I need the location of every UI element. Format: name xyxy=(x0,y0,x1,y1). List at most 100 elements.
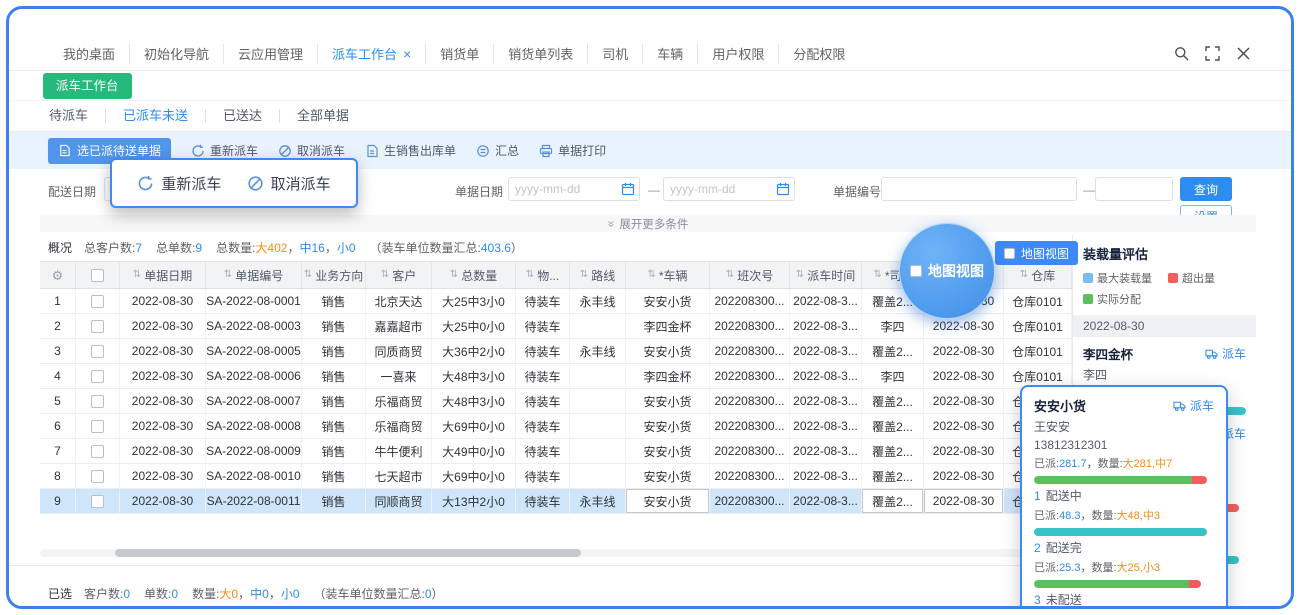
toolbar-item-4[interactable]: 单据打印 xyxy=(539,142,606,159)
map-view-callout[interactable]: 地图视图 xyxy=(899,223,995,319)
table-row[interactable]: 9 2022-08-30 SA-2022-08-0011 销售 同顺商贸 大13中2小0 待… xyxy=(40,489,1072,514)
sort-icon[interactable]: ⇅ xyxy=(304,270,312,280)
doc-no-range-separator: — xyxy=(1083,183,1095,197)
main-tab-8[interactable]: 用户权限 xyxy=(697,43,778,64)
main-tab-9[interactable]: 分配权限 xyxy=(778,43,859,64)
sort-icon[interactable]: ⇅ xyxy=(796,270,804,280)
dispatch-link[interactable]: 派车 xyxy=(1173,397,1214,414)
sort-icon[interactable]: ⇅ xyxy=(647,270,655,280)
column-header-0[interactable]: ⚙ xyxy=(40,262,76,288)
main-tab-2[interactable]: 云应用管理 xyxy=(223,43,317,64)
doc-no-from-input[interactable] xyxy=(881,177,1077,201)
row-check-cell[interactable] xyxy=(76,289,120,313)
row-checkbox[interactable] xyxy=(91,444,104,458)
row-checkbox[interactable] xyxy=(91,319,104,333)
row-checkbox[interactable] xyxy=(91,494,104,508)
row-check-cell[interactable] xyxy=(76,489,120,513)
main-tab-4[interactable]: 销货单 xyxy=(425,43,493,64)
callout-item-1[interactable]: 取消派车 xyxy=(247,173,331,194)
subtab-2[interactable]: 已送达 xyxy=(205,109,279,123)
row-checkbox[interactable] xyxy=(91,419,104,433)
footer-label: 已选 xyxy=(48,587,73,601)
delivery-date-label: 配送日期 xyxy=(48,185,97,199)
close-icon[interactable] xyxy=(1236,46,1251,61)
dispatch-link[interactable]: 派车 xyxy=(1205,345,1246,362)
sort-icon[interactable]: ⇅ xyxy=(224,270,232,280)
main-tab-0[interactable]: 我的桌面 xyxy=(49,44,129,64)
select-all-checkbox[interactable] xyxy=(91,268,104,282)
table-row[interactable]: 8 2022-08-30 SA-2022-08-0010 销售 七天超市 大69中0小0 待… xyxy=(40,464,1072,489)
horizontal-scrollbar[interactable] xyxy=(40,549,1072,557)
row-checkbox[interactable] xyxy=(91,469,104,483)
fullscreen-icon[interactable] xyxy=(1205,46,1220,61)
calendar-icon[interactable] xyxy=(621,182,635,196)
toolbar-item-1[interactable]: 取消派车 xyxy=(278,142,345,159)
table-row[interactable]: 3 2022-08-30 SA-2022-08-0005 销售 同质商贸 大36中2小0 待… xyxy=(40,339,1072,364)
row-checkbox[interactable] xyxy=(91,344,104,358)
row-check-cell[interactable] xyxy=(76,414,120,438)
column-header-1[interactable] xyxy=(76,262,120,288)
table-row[interactable]: 2 2022-08-30 SA-2022-08-0003 销售 嘉嘉超市 大25中0小0 待… xyxy=(40,314,1072,339)
sort-icon[interactable]: ⇅ xyxy=(580,270,588,280)
search-icon[interactable] xyxy=(1174,46,1189,61)
row-check-cell[interactable] xyxy=(76,439,120,463)
sort-icon[interactable]: ⇅ xyxy=(381,270,389,280)
table-row[interactable]: 6 2022-08-30 SA-2022-08-0008 销售 乐福商贸 大69中0小0 待… xyxy=(40,414,1072,439)
main-tab-1[interactable]: 初始化导航 xyxy=(129,43,223,64)
row-check-cell[interactable] xyxy=(76,389,120,413)
map-view-checkbox[interactable] xyxy=(1004,247,1015,259)
callout-item-0[interactable]: 重新派车 xyxy=(137,173,221,194)
sort-icon[interactable]: ⇅ xyxy=(1020,270,1028,280)
cell: 安安小货 xyxy=(626,289,710,313)
cell: 李四 xyxy=(862,364,924,388)
subtab-0[interactable]: 待派车 xyxy=(49,109,105,123)
subtab-1[interactable]: 已派车未送 xyxy=(105,109,205,123)
status-label: 配送中 xyxy=(1045,489,1082,503)
main-tab-3[interactable]: 派车工作台 × xyxy=(317,43,425,64)
stat-segment: 中0 xyxy=(250,587,269,601)
map-view-button[interactable]: 地图视图 xyxy=(995,241,1079,265)
calendar-icon[interactable] xyxy=(776,182,790,196)
toolbar-item-3[interactable]: 汇总 xyxy=(476,142,519,159)
tab-close-icon[interactable]: × xyxy=(403,47,411,61)
main-tab-5[interactable]: 销货单列表 xyxy=(493,43,587,64)
doc-no-to-input[interactable] xyxy=(1095,177,1173,201)
table-row[interactable]: 7 2022-08-30 SA-2022-08-0009 销售 牛牛便利 大49中0小0 待… xyxy=(40,439,1072,464)
main-tab-7[interactable]: 车辆 xyxy=(642,43,697,64)
sort-icon[interactable]: ⇅ xyxy=(726,270,734,280)
row-check-cell[interactable] xyxy=(76,364,120,388)
cell: 永丰线 xyxy=(570,339,626,363)
legend-swatch xyxy=(1168,273,1178,283)
query-button[interactable]: 查询 xyxy=(1180,177,1232,201)
sort-icon[interactable]: ⇅ xyxy=(133,270,141,280)
row-check-cell[interactable] xyxy=(76,339,120,363)
truck-icon xyxy=(1173,399,1186,412)
row-checkbox[interactable] xyxy=(91,294,104,308)
gear-icon[interactable]: ⚙ xyxy=(52,269,64,282)
cell: 202208300... xyxy=(710,339,790,363)
cell: SA-2022-08-0009 xyxy=(206,439,302,463)
sort-icon[interactable]: ⇅ xyxy=(450,270,458,280)
subtab-3[interactable]: 全部单据 xyxy=(279,109,366,123)
bar-segment xyxy=(1034,580,1189,588)
toolbar-item-0[interactable]: 重新派车 xyxy=(191,142,258,159)
toolbar-item-2[interactable]: 生销售出库单 xyxy=(365,142,456,159)
row-check-cell[interactable] xyxy=(76,314,120,338)
row-checkbox[interactable] xyxy=(91,369,104,383)
sort-icon[interactable]: ⇅ xyxy=(526,270,534,280)
table-row[interactable]: 5 2022-08-30 SA-2022-08-0007 销售 乐福商贸 大48中3小0 待… xyxy=(40,389,1072,414)
scrollbar-thumb[interactable] xyxy=(115,549,581,557)
driver-name: 王安安 xyxy=(1034,420,1071,434)
primary-button-label: 选已派待送单据 xyxy=(77,144,162,158)
main-tab-6[interactable]: 司机 xyxy=(587,43,642,64)
table-row[interactable]: 4 2022-08-30 SA-2022-08-0006 销售 一喜来 大48中3小0 待装… xyxy=(40,364,1072,389)
sort-icon[interactable]: ⇅ xyxy=(873,270,881,280)
cell: 覆盖2... xyxy=(862,439,924,463)
row-check-cell[interactable] xyxy=(76,464,120,488)
vehicle-detail-card: 安安小货 派车 王安安 13812312301 已派:281.7，数量:大281,中7 1… xyxy=(1020,385,1228,606)
expand-more-bar[interactable]: » 展开更多条件 xyxy=(40,215,1256,232)
column-header-7: ⇅ 物... xyxy=(516,262,570,288)
row-checkbox[interactable] xyxy=(91,394,104,408)
map-callout-checkbox[interactable] xyxy=(910,265,922,277)
vehicle-name: 安安小货 xyxy=(1034,399,1087,414)
